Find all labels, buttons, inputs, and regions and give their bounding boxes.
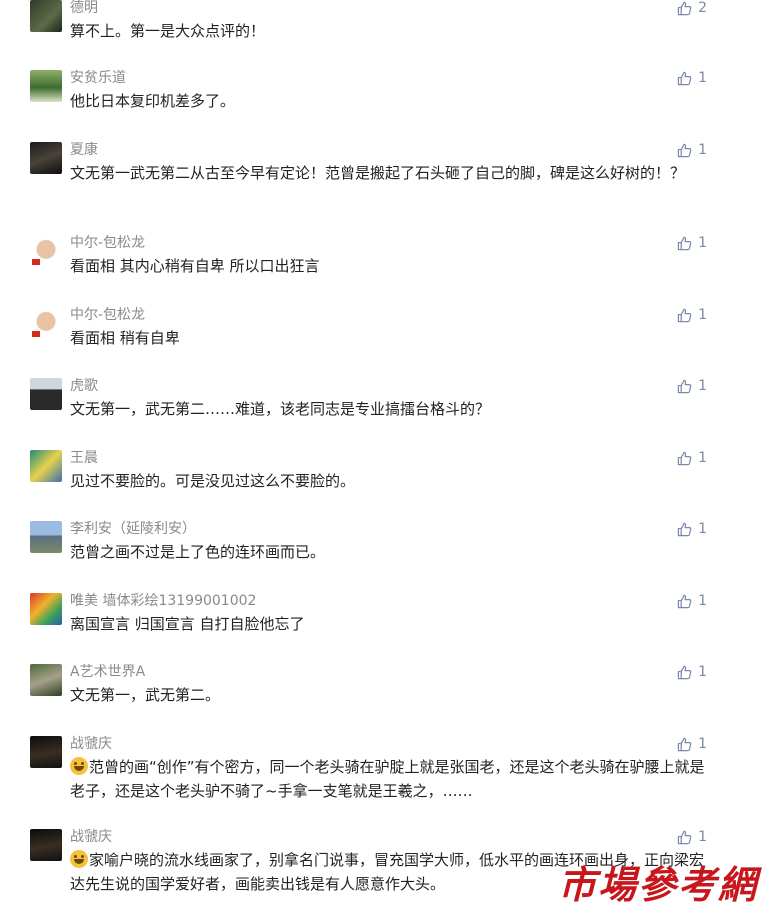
like-button[interactable]: 1 [677,449,707,467]
comment-text-content: 文无第一，武无第二……难道，该老同志是专业搞擂台格斗的？ [70,400,491,418]
avatar[interactable] [30,378,62,410]
avatar[interactable] [30,307,62,339]
comment-text-content: 看面相 稍有自卑 [70,329,180,347]
avatar[interactable] [30,70,62,102]
like-count: 1 [698,664,707,680]
comment-text-content: 文无第一，武无第二。 [70,686,221,704]
comment-text-content: 离国宣言 归国宣言 自打自脸他忘了 [70,615,305,633]
thumbs-up-icon [677,665,692,680]
like-count: 1 [698,593,707,609]
like-count: 1 [698,450,707,466]
like-button[interactable]: 1 [677,663,707,681]
like-button[interactable]: 1 [677,306,707,324]
avatar[interactable] [30,142,62,174]
like-button[interactable]: 1 [677,520,707,538]
thumbs-up-icon [677,308,692,323]
avatar[interactable] [30,664,62,696]
avatar[interactable] [30,450,62,482]
like-count: 1 [698,307,707,323]
comment-text-content: 算不上。第一是大众点评的！ [70,22,266,40]
like-button[interactable]: 1 [677,735,707,753]
comment-text: 文无第一武无第二从古至今早有定论！范曾是搬起了石头砸了自己的脚，碑是这么好树的！… [70,161,710,185]
like-button[interactable]: 1 [677,141,707,159]
thumbs-up-icon [677,1,692,16]
avatar[interactable] [30,593,62,625]
like-button[interactable]: 1 [677,592,707,610]
comment-text-content: 文无第一武无第二从古至今早有定论！范曾是搬起了石头砸了自己的脚，碑是这么好树的！… [70,164,686,182]
comment-text-content: 见过不要脸的。可是没见过这么不要脸的。 [70,472,356,490]
like-count: 1 [698,70,707,86]
commenter-name[interactable]: A艺术世界A [70,663,145,681]
flag-icon [32,259,40,265]
like-count: 2 [698,0,707,16]
like-count: 1 [698,521,707,537]
thumbs-up-icon [677,451,692,466]
like-button[interactable]: 2 [677,0,707,17]
thumbs-up-icon [677,594,692,609]
commenter-name[interactable]: 中尔-包松龙 [70,306,145,324]
avatar[interactable] [30,736,62,768]
comment-text: 算不上。第一是大众点评的！ [70,19,710,43]
thumbs-up-icon [677,71,692,86]
watermark-logo: 市場參考網 [557,862,758,907]
comment-text: 范曾的画“创作”有个密方，同一个老头骑在驴腚上就是张国老，还是这个老头骑在驴腰上… [70,755,710,803]
commenter-name[interactable]: 虎歌 [70,377,98,395]
like-count: 1 [698,736,707,752]
comment-text-content: 范曾的画“创作”有个密方，同一个老头骑在驴腚上就是张国老，还是这个老头骑在驴腰上… [70,758,705,800]
comment-text: 见过不要脸的。可是没见过这么不要脸的。 [70,469,710,493]
comment-text: 看面相 稍有自卑 [70,326,710,350]
commenter-name[interactable]: 王晨 [70,449,98,467]
comment-text: 文无第一，武无第二。 [70,683,710,707]
comment-text: 看面相 其内心稍有自卑 所以口出狂言 [70,254,710,278]
comment-text-content: 他比日本复印机差多了。 [70,92,236,110]
comment-text: 文无第一，武无第二……难道，该老同志是专业搞擂台格斗的？ [70,397,710,421]
comment-text: 范曾之画不过是上了色的连环画而已。 [70,540,710,564]
comment-text: 离国宣言 归国宣言 自打自脸他忘了 [70,612,710,636]
like-count: 1 [698,829,707,845]
grin-emoji-icon [70,757,88,775]
commenter-name[interactable]: 李利安（延陵利安） [70,520,196,538]
like-button[interactable]: 1 [677,69,707,87]
avatar[interactable] [30,0,62,32]
thumbs-up-icon [677,830,692,845]
like-count: 1 [698,235,707,251]
thumbs-up-icon [677,522,692,537]
thumbs-up-icon [677,737,692,752]
thumbs-up-icon [677,143,692,158]
commenter-name[interactable]: 战虢庆 [70,735,112,753]
like-button[interactable]: 1 [677,828,707,846]
comment-text: 他比日本复印机差多了。 [70,89,710,113]
like-count: 1 [698,378,707,394]
commenter-name[interactable]: 中尔-包松龙 [70,234,145,252]
avatar[interactable] [30,235,62,267]
commenter-name[interactable]: 战虢庆 [70,828,112,846]
avatar[interactable] [30,829,62,861]
thumbs-up-icon [677,236,692,251]
like-count: 1 [698,142,707,158]
thumbs-up-icon [677,379,692,394]
comment-text-content: 看面相 其内心稍有自卑 所以口出狂言 [70,257,320,275]
commenter-name[interactable]: 安贫乐道 [70,69,126,87]
avatar[interactable] [30,521,62,553]
commenter-name[interactable]: 唯美 墙体彩绘13199001002 [70,592,256,610]
commenter-name[interactable]: 夏康 [70,141,98,159]
like-button[interactable]: 1 [677,234,707,252]
commenter-name[interactable]: 德明 [70,0,98,17]
flag-icon [32,331,40,337]
like-button[interactable]: 1 [677,377,707,395]
comment-text-content: 范曾之画不过是上了色的连环画而已。 [70,543,326,561]
grin-emoji-icon [70,850,88,868]
